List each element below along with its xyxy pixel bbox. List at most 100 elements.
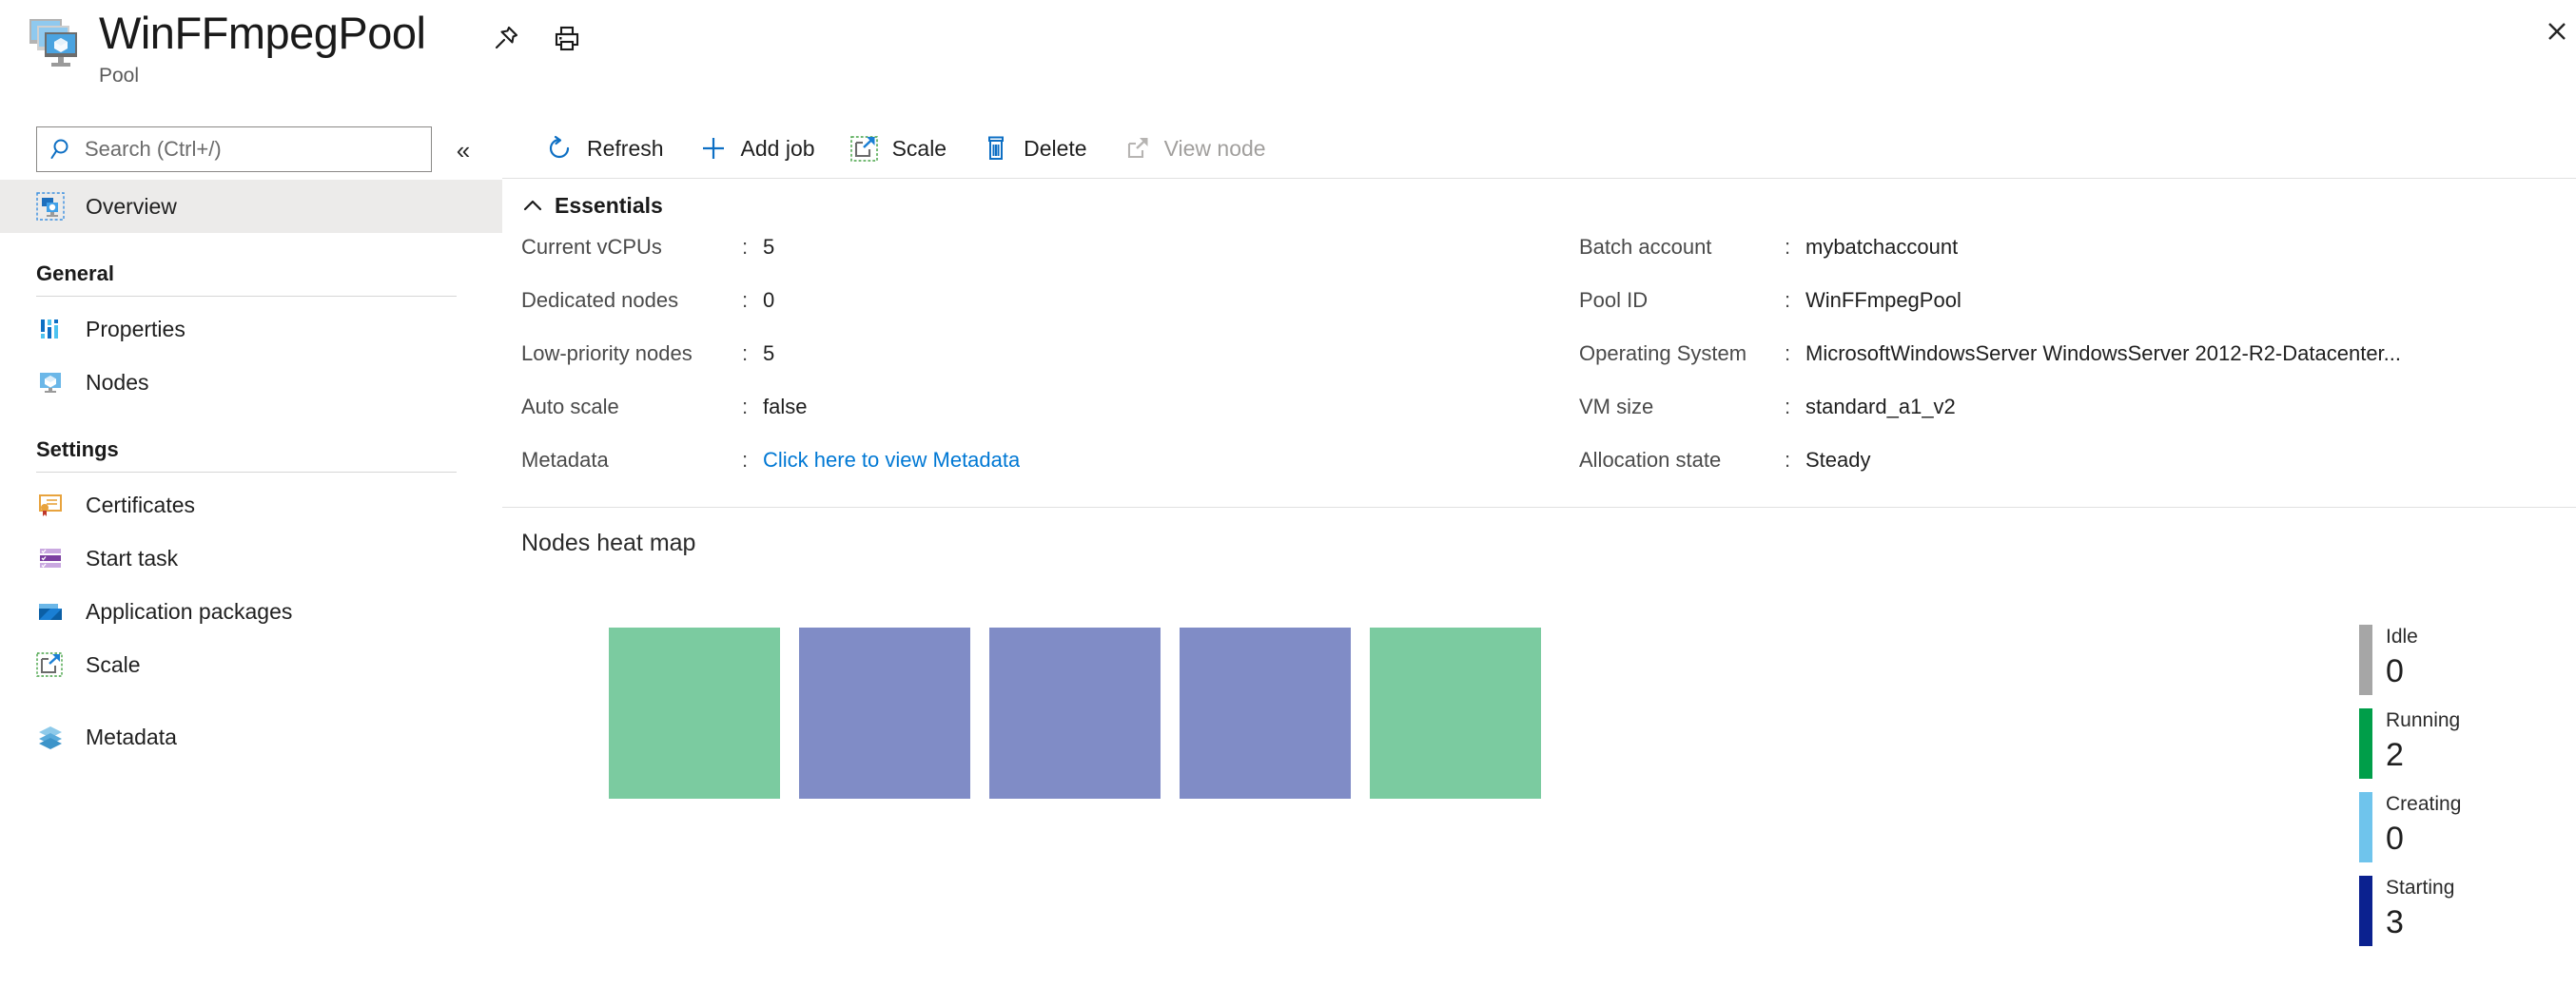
legend-count: 2 <box>2386 735 2460 775</box>
legend-label: Starting <box>2386 877 2454 899</box>
essentials-separator: : <box>1785 235 1805 260</box>
external-link-icon <box>1122 133 1152 164</box>
page-title: WinFFmpegPool <box>99 6 426 61</box>
heatmap-tile[interactable] <box>799 628 970 799</box>
essentials-separator: : <box>1785 395 1805 419</box>
essentials-row: VM size : standard_a1_v2 <box>1579 395 2568 448</box>
pool-icon <box>27 13 86 72</box>
sidebar-item-label: Properties <box>86 317 185 342</box>
essentials-separator: : <box>742 341 763 366</box>
essentials-separator: : <box>1785 448 1805 473</box>
trash-icon <box>981 133 1011 164</box>
sidebar-item-properties[interactable]: Properties <box>0 302 502 356</box>
search-input[interactable] <box>85 137 418 162</box>
sidebar-item-label: Metadata <box>86 725 177 750</box>
page-title-block: WinFFmpegPool Pool <box>99 6 426 88</box>
application-packages-icon <box>36 597 65 626</box>
refresh-button[interactable]: Refresh <box>544 126 664 171</box>
sidebar-item-metadata[interactable]: Metadata <box>0 710 502 764</box>
sidebar-group-general: General <box>0 261 502 286</box>
essentials-row: Low-priority nodes : 5 <box>521 341 1301 395</box>
essentials-key: VM size <box>1579 395 1785 419</box>
legend-swatch <box>2359 792 2372 862</box>
sidebar-item-application-packages[interactable]: Application packages <box>0 585 502 638</box>
sidebar-collapse-button[interactable]: « <box>447 134 479 166</box>
print-icon[interactable] <box>550 21 584 55</box>
heatmap-tile[interactable] <box>989 628 1161 799</box>
close-icon[interactable] <box>2540 13 2572 51</box>
refresh-icon <box>544 133 575 164</box>
essentials-row: Pool ID : WinFFmpegPool <box>1579 288 2568 341</box>
nodes-icon <box>36 368 65 397</box>
essentials-toggle[interactable]: Essentials <box>521 193 663 219</box>
essentials-left-column: Current vCPUs : 5 Dedicated nodes : 0 Lo… <box>521 235 1301 501</box>
command-label: Scale <box>892 136 947 162</box>
essentials-key: Pool ID <box>1579 288 1785 313</box>
scale-button[interactable]: Scale <box>849 126 947 171</box>
essentials-title: Essentials <box>555 193 663 219</box>
essentials-separator: : <box>742 395 763 419</box>
essentials-key: Metadata <box>521 448 742 473</box>
heatmap-legend: Idle 0 Running 2 Creating 0 Starting 3 <box>2359 625 2568 959</box>
sidebar-item-label: Application packages <box>86 599 292 625</box>
essentials-separator: : <box>742 235 763 260</box>
essentials-right-column: Batch account : mybatchaccount Pool ID :… <box>1579 235 2568 501</box>
essentials-row: Operating System : MicrosoftWindowsServe… <box>1579 341 2568 395</box>
essentials-key: Auto scale <box>521 395 742 419</box>
search-icon <box>50 137 75 162</box>
legend-item-running: Running 2 <box>2359 708 2568 779</box>
pin-icon[interactable] <box>489 21 523 55</box>
essentials-key: Current vCPUs <box>521 235 742 260</box>
sidebar-item-start-task[interactable]: Start task <box>0 532 502 585</box>
main-content: Refresh Add job <box>502 119 2576 987</box>
essentials-separator: : <box>742 448 763 473</box>
heatmap-tiles <box>609 628 1560 799</box>
sidebar-item-overview[interactable]: Overview <box>0 180 502 233</box>
sidebar-item-certificates[interactable]: Certificates <box>0 478 502 532</box>
heatmap-tile[interactable] <box>1370 628 1541 799</box>
view-node-button: View node <box>1122 126 1266 171</box>
metadata-icon <box>36 723 65 751</box>
essentials-row: Auto scale : false <box>521 395 1301 448</box>
page-header: WinFFmpegPool Pool <box>0 0 2576 119</box>
essentials-divider <box>502 507 2576 508</box>
essentials-key: Operating System <box>1579 341 1785 366</box>
start-task-icon <box>36 544 65 572</box>
essentials-row: Allocation state : Steady <box>1579 448 2568 501</box>
scale-icon <box>849 133 880 164</box>
sidebar-group-divider <box>36 296 457 297</box>
essentials-key: Allocation state <box>1579 448 1785 473</box>
essentials-row: Dedicated nodes : 0 <box>521 288 1301 341</box>
essentials-value: 5 <box>763 235 774 260</box>
legend-label: Creating <box>2386 793 2461 815</box>
legend-label: Running <box>2386 709 2460 731</box>
command-label: View node <box>1164 136 1266 162</box>
add-job-button[interactable]: Add job <box>698 126 815 171</box>
certificate-icon <box>36 491 65 519</box>
heatmap-tile[interactable] <box>1180 628 1351 799</box>
essentials-value: WinFFmpegPool <box>1805 288 1961 313</box>
delete-button[interactable]: Delete <box>981 126 1086 171</box>
sidebar-item-scale[interactable]: Scale <box>0 638 502 691</box>
command-label: Refresh <box>587 136 664 162</box>
sidebar-item-label: Certificates <box>86 493 195 518</box>
chevron-up-icon <box>521 195 544 218</box>
legend-swatch <box>2359 876 2372 946</box>
essentials-value: 5 <box>763 341 774 366</box>
essentials-value: Steady <box>1805 448 1871 473</box>
plus-icon <box>698 133 729 164</box>
overview-icon <box>36 192 65 221</box>
sidebar-item-nodes[interactable]: Nodes <box>0 356 502 409</box>
sidebar: « Overview General <box>0 119 502 987</box>
essentials-row: Current vCPUs : 5 <box>521 235 1301 288</box>
sidebar-search-row: « <box>0 126 502 180</box>
command-label: Delete <box>1024 136 1086 162</box>
essentials-value: MicrosoftWindowsServer WindowsServer 201… <box>1805 341 2401 366</box>
heatmap-tile[interactable] <box>609 628 780 799</box>
legend-swatch <box>2359 625 2372 695</box>
toolbar-divider <box>502 178 2576 179</box>
metadata-link[interactable]: Click here to view Metadata <box>763 448 1020 473</box>
legend-label: Idle <box>2386 626 2418 648</box>
search-box[interactable] <box>36 126 432 172</box>
heatmap-title: Nodes heat map <box>521 530 695 557</box>
